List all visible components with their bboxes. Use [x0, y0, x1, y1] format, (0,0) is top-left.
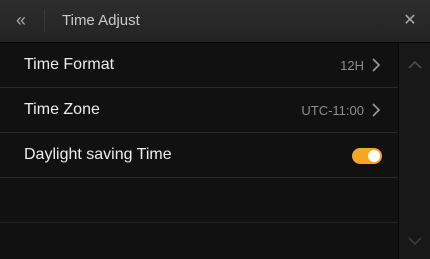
- scrollbar[interactable]: [398, 43, 430, 259]
- time-adjust-screen: « Time Adjust ✕ Time Format 12H Time Zon…: [0, 0, 430, 259]
- empty-row: [0, 178, 398, 223]
- page-title: Time Adjust: [62, 12, 140, 29]
- time-zone-label: Time Zone: [24, 101, 100, 118]
- chevron-down-icon[interactable]: [407, 235, 423, 247]
- header-divider: [44, 10, 45, 32]
- double-chevron-left-icon: «: [15, 10, 26, 30]
- daylight-saving-toggle[interactable]: [352, 148, 382, 164]
- empty-row: [0, 223, 398, 259]
- settings-list: Time Format 12H Time Zone UTC-11:00 Dayl…: [0, 43, 398, 259]
- daylight-saving-row: Daylight saving Time: [0, 133, 398, 178]
- chevron-up-icon[interactable]: [407, 59, 423, 71]
- time-format-label: Time Format: [24, 56, 115, 73]
- time-format-value: 12H: [340, 58, 364, 73]
- time-zone-value: UTC-11:00: [301, 103, 364, 118]
- time-format-row[interactable]: Time Format 12H: [0, 43, 398, 88]
- time-zone-row[interactable]: Time Zone UTC-11:00: [0, 88, 398, 133]
- toggle-knob: [368, 150, 380, 162]
- close-icon: ✕: [403, 12, 417, 29]
- chevron-right-icon: [372, 103, 381, 117]
- daylight-saving-label: Daylight saving Time: [24, 146, 172, 163]
- close-button[interactable]: ✕: [398, 9, 422, 33]
- back-button[interactable]: «: [10, 8, 32, 32]
- header-bar: « Time Adjust ✕: [0, 0, 430, 43]
- chevron-right-icon: [372, 58, 381, 72]
